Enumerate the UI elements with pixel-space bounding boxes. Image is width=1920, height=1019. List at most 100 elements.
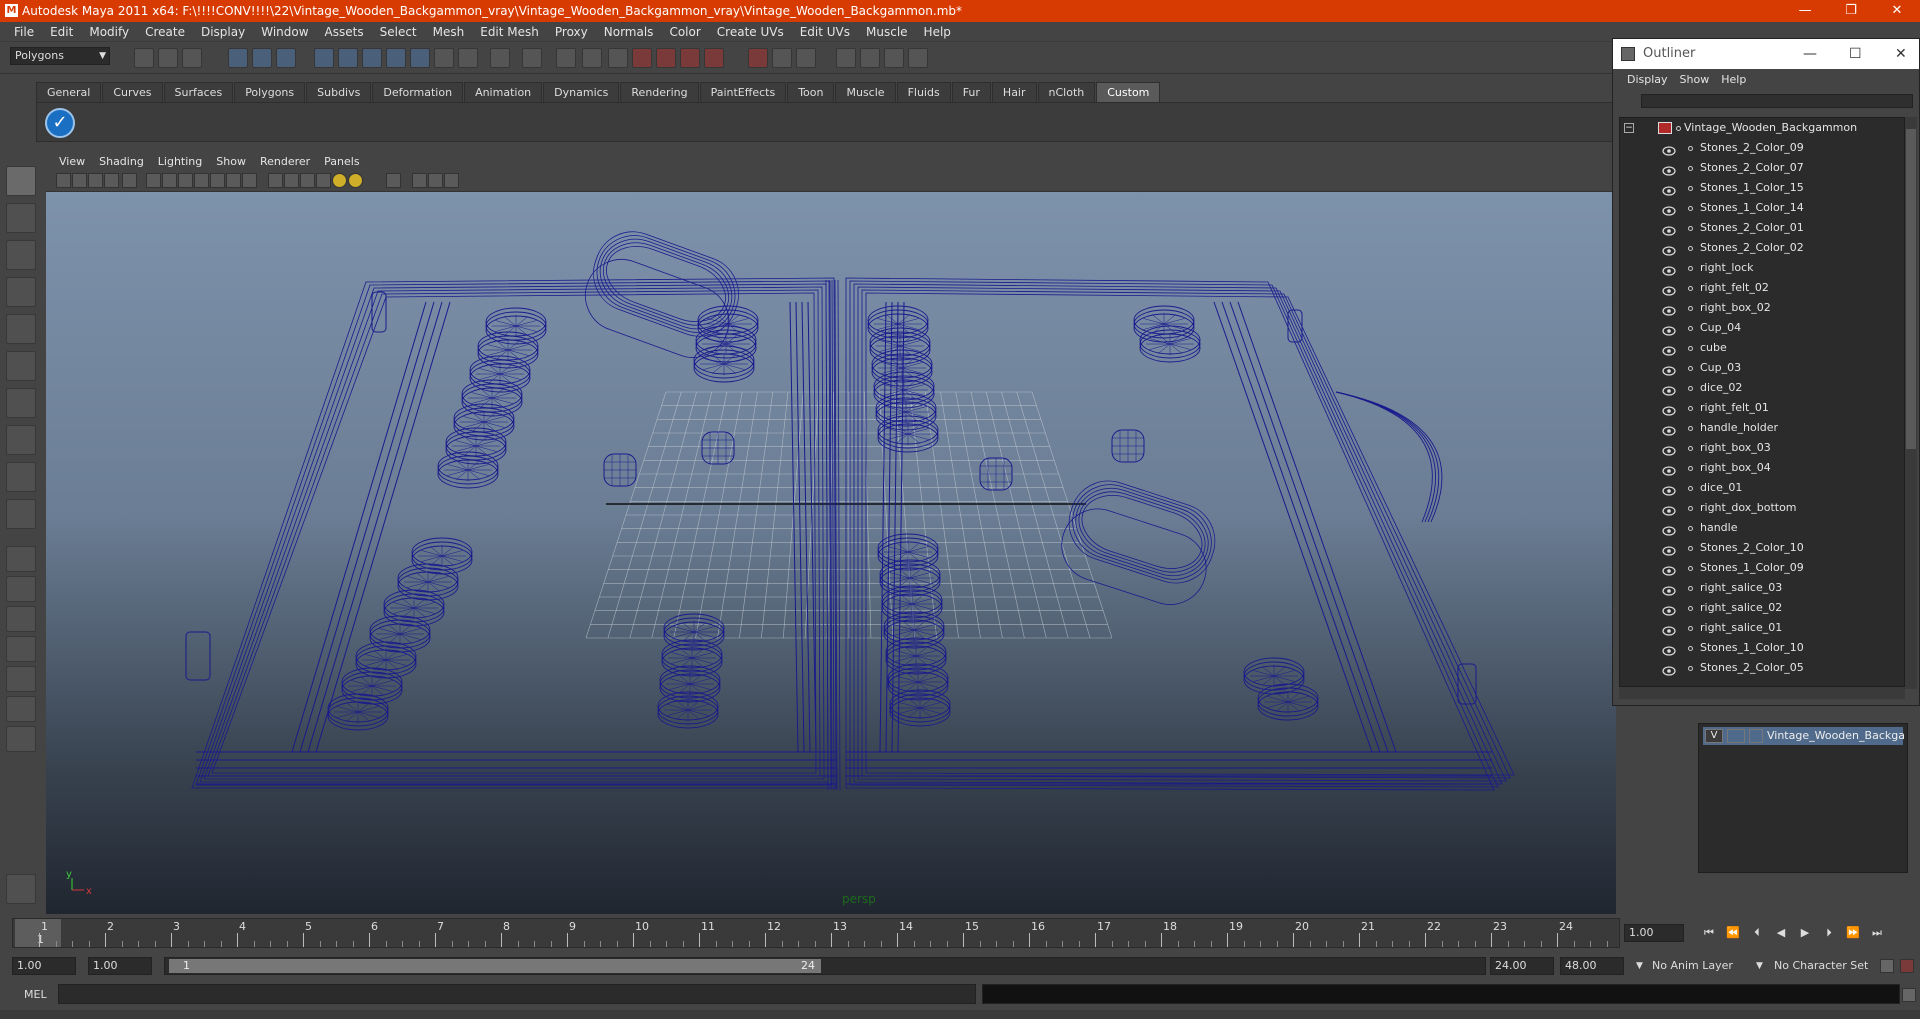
shelf-tab-fur[interactable]: Fur [951,82,991,102]
playback-end-field[interactable]: 24.00 [1490,957,1554,975]
playback-start-field[interactable]: 1.00 [88,957,152,975]
perspective-viewport[interactable]: yx persp [46,192,1616,914]
select-hierarchy-icon[interactable] [228,48,248,68]
shelf-tab-surfaces[interactable]: Surfaces [163,82,234,102]
toolbox-hand-icon[interactable] [6,874,36,904]
close-button[interactable]: ✕ [1874,0,1920,22]
resolution-gate-icon[interactable] [162,173,177,188]
outliner-item[interactable]: Cup_04 [1620,318,1904,338]
step-forward-frame-icon[interactable]: ⏵ [1822,926,1836,940]
viewport-menu-show[interactable]: Show [209,155,253,168]
character-set-dropdown-arrow[interactable]: ▼ [1756,957,1763,975]
outliner-menu-display[interactable]: Display [1621,73,1674,86]
isolate-select-icon[interactable] [386,173,401,188]
render-view-icon[interactable] [748,48,768,68]
shelf-tab-general[interactable]: General [36,82,102,102]
menu-assets[interactable]: Assets [317,25,372,39]
shelf-tab-rendering[interactable]: Rendering [620,82,699,102]
outliner-maximize-button[interactable]: ☐ [1849,39,1862,69]
command-input[interactable] [58,984,976,1004]
lock-icon[interactable] [556,48,576,68]
shelf-tab-deformation[interactable]: Deformation [372,82,464,102]
animation-start-field[interactable]: 1.00 [12,957,76,975]
rotate-tool-icon[interactable] [6,314,36,344]
outliner-item[interactable]: right_dox_bottom [1620,498,1904,518]
go-to-end-icon[interactable]: ⏭ [1870,926,1884,940]
outliner-item[interactable]: right_salice_01 [1620,618,1904,638]
persp-outliner-layout-icon[interactable] [6,606,36,632]
outliner-item[interactable]: Stones_2_Color_01 [1620,218,1904,238]
save-scene-icon[interactable] [182,48,202,68]
magnet-icon[interactable] [632,48,652,68]
outliner-item[interactable]: right_box_04 [1620,458,1904,478]
outliner-filter-input[interactable] [1641,94,1913,108]
outliner-menu-help[interactable]: Help [1715,73,1752,86]
preferences-icon[interactable] [1900,959,1914,973]
outliner-item[interactable]: Stones_2_Color_05 [1620,658,1904,678]
menu-set-dropdown[interactable]: Polygons ▼ [10,47,110,65]
outliner-item[interactable]: handle [1620,518,1904,538]
anim-layer-dropdown-arrow[interactable]: ▼ [1636,957,1643,975]
outliner-item[interactable]: cube [1620,338,1904,358]
show-tool-settings-icon[interactable] [860,48,880,68]
layer-visibility-toggle[interactable]: V [1705,729,1723,743]
wireframe-icon[interactable] [242,173,257,188]
snap-view-plane-icon[interactable] [386,48,406,68]
outliner-item[interactable]: handle_holder [1620,418,1904,438]
outliner-item[interactable]: right_felt_01 [1620,398,1904,418]
collapse-icon[interactable]: − [1624,123,1634,133]
outliner-list[interactable]: − Vintage_Wooden_Backgammon Stones_2_Color… [1619,117,1905,687]
layer-playback-toggle[interactable] [1727,729,1745,743]
shelf-tab-custom[interactable]: Custom [1096,82,1161,102]
symmetry-icon[interactable] [704,48,724,68]
use-all-lights-icon[interactable] [316,173,331,188]
ipr-icon[interactable] [772,48,792,68]
menu-edit[interactable]: Edit [42,25,81,39]
lasso-tool-icon[interactable] [6,203,36,233]
universal-manipulator-icon[interactable] [6,388,36,418]
outliner-item[interactable]: Stones_1_Color_15 [1620,178,1904,198]
render-settings-icon[interactable] [522,48,542,68]
outliner-item[interactable]: right_salice_03 [1620,578,1904,598]
scale-tool-icon[interactable] [6,351,36,381]
shelf-tab-dynamics[interactable]: Dynamics [543,82,620,102]
layer-row[interactable]: V Vintage_Wooden_Backga [1703,727,1905,745]
key-icon[interactable] [1880,959,1894,973]
graph-hypergraph-layout-icon[interactable] [6,726,36,752]
minimize-button[interactable]: — [1782,0,1828,22]
grid-icon[interactable] [122,173,137,188]
outliner-item[interactable]: Cup_03 [1620,358,1904,378]
shelf-tab-animation[interactable]: Animation [464,82,543,102]
menu-edit-mesh[interactable]: Edit Mesh [472,25,547,39]
render-current-icon[interactable] [458,48,478,68]
outliner-item[interactable]: right_lock [1620,258,1904,278]
default-material-icon[interactable] [284,173,299,188]
select-component-icon[interactable] [276,48,296,68]
anim-layer-label[interactable]: No Anim Layer [1652,957,1733,975]
outliner-menu-show[interactable]: Show [1674,73,1716,86]
snap-point-icon[interactable] [362,48,382,68]
outliner-item[interactable]: right_box_03 [1620,438,1904,458]
time-slider-track[interactable]: 1 1 2 3 4 5 6 7 8 9 10 11 12 13 14 15 16 17 18 19 20 21 22 23 2… [12,918,1620,948]
hypershade-icon[interactable] [908,48,928,68]
layer-color-icon[interactable] [1749,729,1763,743]
outliner-vertical-scrollbar[interactable] [1905,117,1917,689]
viewport-menu-renderer[interactable]: Renderer [253,155,317,168]
outliner-minimize-button[interactable]: — [1803,39,1817,69]
outliner-item[interactable]: Stones_1_Color_10 [1620,638,1904,658]
input-output-icon[interactable] [608,48,628,68]
hud-icon[interactable] [444,173,459,188]
show-channel-box-icon[interactable] [884,48,904,68]
menu-window[interactable]: Window [253,25,316,39]
outliner-item[interactable]: dice_01 [1620,478,1904,498]
shelf-tab-polygons[interactable]: Polygons [234,82,306,102]
backface-icon[interactable] [428,173,443,188]
range-slider-handle[interactable]: 1 24 [169,959,821,973]
hypershade-layout-icon[interactable] [6,666,36,692]
maximize-button[interactable]: ❐ [1828,0,1874,22]
shelf-tab-painteffects[interactable]: PaintEffects [699,82,787,102]
outliner-item[interactable]: right_box_02 [1620,298,1904,318]
menu-normals[interactable]: Normals [596,25,662,39]
persp-hypergraph-layout-icon[interactable] [6,696,36,722]
menu-help[interactable]: Help [916,25,959,39]
